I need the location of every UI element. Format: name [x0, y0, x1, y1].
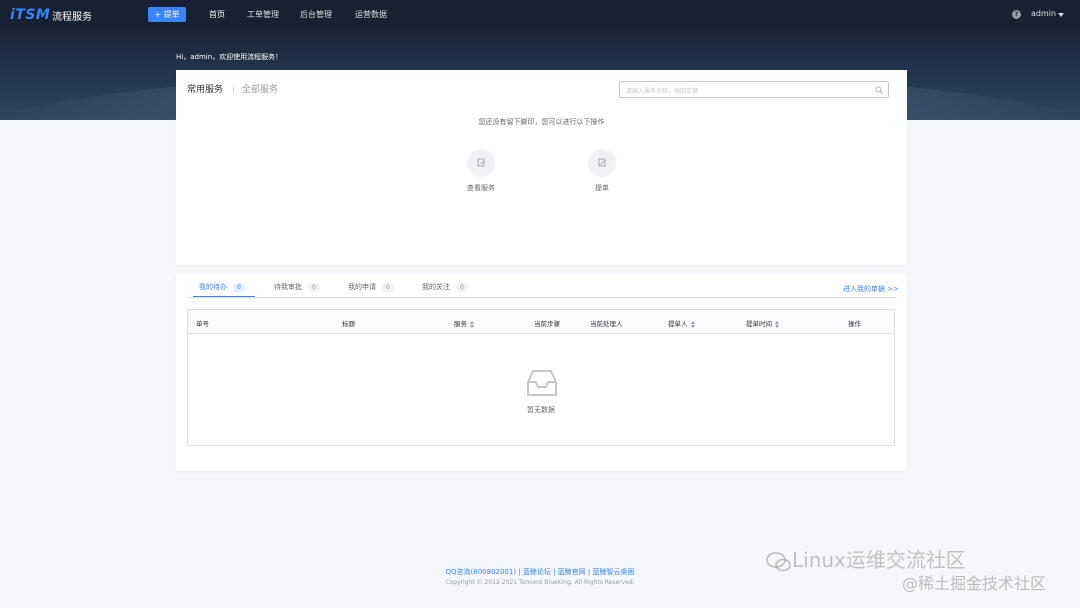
- user-menu[interactable]: admin: [1031, 9, 1056, 18]
- table-header: 单号 标题 服务 当前步骤 当前处理人 提单人 提单时间 操作: [188, 310, 894, 334]
- tab-my-follows[interactable]: 我的关注 0: [422, 282, 468, 292]
- tab-label: 我的关注: [422, 283, 450, 291]
- sort-icon[interactable]: [470, 320, 475, 328]
- count-badge: 0: [382, 283, 394, 292]
- search-icon[interactable]: [875, 86, 883, 94]
- chevron-down-icon[interactable]: [1058, 13, 1064, 17]
- col-current-handler: 当前处理人: [590, 320, 623, 328]
- nav-ticket-management[interactable]: 工单管理: [247, 9, 279, 20]
- col-title: 标题: [342, 320, 355, 328]
- count-badge: 0: [308, 283, 320, 292]
- create-ticket-label: 提单: [595, 184, 609, 192]
- edit-icon: [598, 158, 606, 167]
- welcome-text: Hi，admin，欢迎使用流程服务！: [176, 53, 283, 61]
- watermark-wechat: Linux运维交流社区: [766, 544, 966, 573]
- nav-home[interactable]: 首页: [209, 9, 225, 20]
- count-badge: 0: [233, 283, 245, 292]
- action-circle: [588, 149, 616, 177]
- col-actions: 操作: [848, 320, 861, 328]
- top-navbar: iTSM 流程服务 + 提单 首页 工单管理 后台管理 运营数据 ? admin: [0, 0, 1080, 30]
- col-current-step: 当前步骤: [534, 320, 560, 328]
- tab-label: 我的申请: [348, 283, 376, 291]
- nav-operation-data[interactable]: 运营数据: [355, 9, 387, 20]
- itsm-logo[interactable]: iTSM: [10, 7, 50, 23]
- tab-common-services[interactable]: 常用服务: [187, 82, 223, 95]
- active-tab-indicator: [193, 296, 255, 297]
- create-ticket-button[interactable]: + 提单: [148, 7, 186, 22]
- service-search-input[interactable]: 请输入服务名称，按回车键: [619, 81, 889, 98]
- sort-icon[interactable]: [775, 320, 780, 328]
- tab-pending-approval[interactable]: 待我审批 0: [274, 282, 320, 292]
- view-icon: [477, 158, 485, 167]
- tab-divider: [233, 85, 234, 94]
- col-label: 提单人: [668, 320, 688, 328]
- col-label: 服务: [454, 320, 467, 328]
- col-submitter[interactable]: 提单人: [668, 318, 696, 328]
- empty-data-text: 暂无数据: [527, 406, 555, 414]
- help-icon[interactable]: ?: [1012, 10, 1021, 19]
- tickets-card: 我的待办 0 待我审批 0 我的申请 0 我的关注 0 进入我的单据 >> 单号 标题 …: [176, 274, 907, 471]
- action-circle: [467, 149, 495, 177]
- services-card: 常用服务 全部服务 请输入服务名称，按回车键 您还没有留下脚印，您可以进行以下操…: [176, 70, 907, 265]
- search-placeholder: 请输入服务名称，按回车键: [626, 88, 699, 95]
- sort-icon[interactable]: [690, 320, 696, 328]
- nav-backend-management[interactable]: 后台管理: [300, 9, 332, 20]
- tab-label: 我的待办: [199, 283, 227, 291]
- tab-all-services[interactable]: 全部服务: [242, 82, 278, 95]
- empty-inbox-icon: [527, 370, 557, 396]
- col-ticket-id: 单号: [196, 320, 209, 328]
- app-name[interactable]: 流程服务: [52, 8, 92, 23]
- create-ticket-action[interactable]: 提单: [572, 149, 632, 193]
- view-services-action[interactable]: 查看服务: [451, 149, 511, 193]
- col-service[interactable]: 服务: [454, 318, 475, 328]
- col-label: 提单时间: [746, 320, 772, 328]
- wechat-icon: [766, 551, 791, 571]
- watermark-text: Linux运维交流社区: [792, 548, 966, 572]
- tab-label: 待我审批: [274, 283, 302, 291]
- count-badge: 0: [456, 283, 468, 292]
- tab-bar-divider: [187, 297, 895, 298]
- watermark-juejin: @稀土掘金技术社区: [902, 574, 1047, 593]
- tickets-table: 单号 标题 服务 当前步骤 当前处理人 提单人 提单时间 操作 暂无数据: [187, 309, 895, 446]
- my-tickets-link[interactable]: 进入我的单据 >>: [843, 284, 899, 294]
- col-submit-time[interactable]: 提单时间: [746, 318, 780, 328]
- tab-my-todo[interactable]: 我的待办 0: [199, 282, 245, 292]
- view-services-label: 查看服务: [467, 184, 495, 192]
- tab-my-requests[interactable]: 我的申请 0: [348, 282, 394, 292]
- empty-history-tip: 您还没有留下脚印，您可以进行以下操作: [478, 118, 605, 126]
